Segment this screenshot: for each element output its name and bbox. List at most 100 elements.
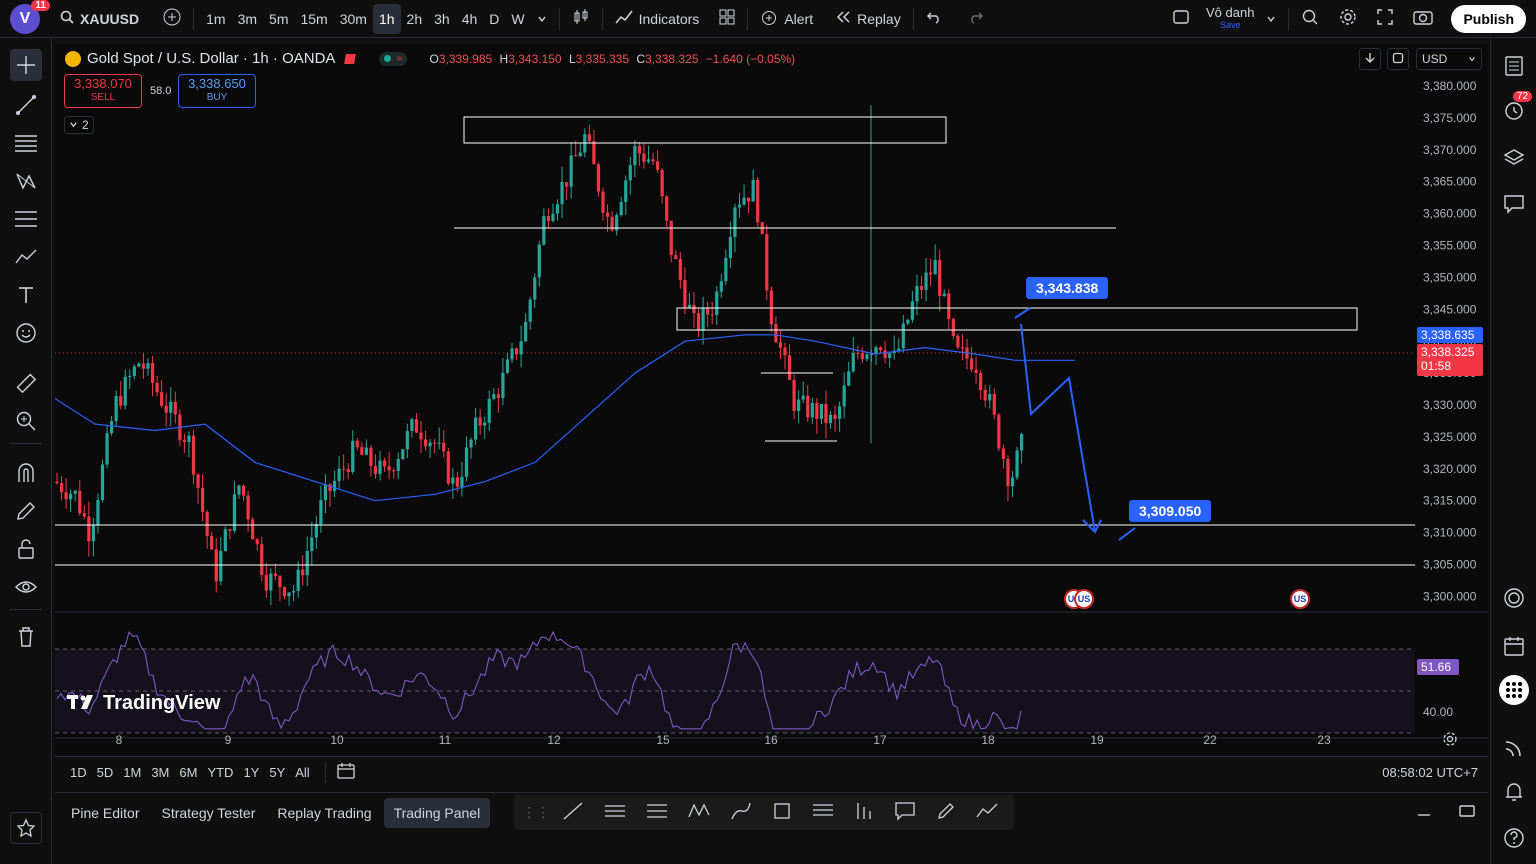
interval-15m[interactable]: 15m <box>294 4 333 34</box>
price-chart[interactable]: 3,380.000 3,375.000 3,370.000 3,365.000 3,36… <box>55 44 1488 754</box>
undo-button[interactable] <box>920 4 948 34</box>
range-6m[interactable]: 6M <box>174 765 202 780</box>
trash-icon[interactable] <box>10 621 42 653</box>
indicators-collapse-button[interactable]: 2 <box>64 116 94 134</box>
zoom-in-icon[interactable] <box>10 405 42 437</box>
tab-pine-editor[interactable]: Pine Editor <box>61 798 149 828</box>
tradingview-watermark[interactable]: TradingView <box>67 692 220 715</box>
apps-grid-icon[interactable] <box>1499 675 1529 705</box>
target-callout-upper[interactable]: 3,343.838 <box>1026 277 1109 299</box>
text-icon[interactable] <box>10 279 42 311</box>
trend-line-icon[interactable] <box>10 89 42 121</box>
templates-button[interactable] <box>713 4 741 34</box>
interval-3m[interactable]: 3m <box>232 4 263 34</box>
layout-checkbox[interactable] <box>1166 4 1196 34</box>
crosshair-icon[interactable] <box>10 49 42 81</box>
add-symbol-button[interactable] <box>157 4 187 34</box>
quick-search-button[interactable] <box>1295 4 1325 34</box>
brush-icon[interactable] <box>722 799 760 826</box>
interval-30m[interactable]: 30m <box>334 4 373 34</box>
interval-dropdown[interactable] <box>531 4 553 34</box>
forecast-icon[interactable] <box>10 241 42 273</box>
magnet-icon[interactable] <box>10 457 42 489</box>
scroll-down-button[interactable] <box>1359 48 1381 70</box>
callout-icon[interactable] <box>886 799 924 826</box>
currency-select[interactable]: USD <box>1416 48 1482 70</box>
interval-2h[interactable]: 2h <box>401 4 429 34</box>
range-1y[interactable]: 1Y <box>238 765 264 780</box>
target-icon[interactable] <box>1499 583 1529 613</box>
clock-timezone[interactable]: 08:58:02 UTC+7 <box>1382 765 1478 780</box>
horizontal-lines-icon[interactable] <box>10 127 42 159</box>
chart-type-button[interactable] <box>566 4 596 34</box>
range-1d[interactable]: 1D <box>65 765 92 780</box>
alert-button[interactable]: Alert <box>754 4 819 34</box>
ruler-icon[interactable] <box>10 367 42 399</box>
range-all[interactable]: All <box>290 765 314 780</box>
chart-pane[interactable]: 3,380.000 3,375.000 3,370.000 3,365.000 3,36… <box>55 44 1488 754</box>
eye-icon[interactable] <box>10 571 42 603</box>
range-3m[interactable]: 3M <box>146 765 174 780</box>
calendar-icon[interactable] <box>1499 631 1529 661</box>
us-event-flag[interactable]: US <box>1290 589 1310 609</box>
text-lines-icon[interactable] <box>804 799 842 826</box>
fib-icon[interactable] <box>638 799 676 826</box>
pattern-icon[interactable] <box>680 799 718 826</box>
interval-4h[interactable]: 4h <box>456 4 484 34</box>
horizontal-lines-icon[interactable] <box>596 799 634 826</box>
snapshot-button[interactable] <box>1407 4 1439 34</box>
publish-button[interactable]: Publish <box>1451 4 1526 33</box>
us-event-flag[interactable]: US <box>1074 589 1094 609</box>
trend-line-icon[interactable] <box>554 799 592 826</box>
fib-icon[interactable] <box>10 203 42 235</box>
range-5d[interactable]: 5D <box>92 765 119 780</box>
pattern-icon[interactable] <box>10 165 42 197</box>
maximize-icon[interactable] <box>1458 803 1476 822</box>
bell-icon[interactable] <box>1499 777 1529 807</box>
range-ytd[interactable]: YTD <box>202 765 238 780</box>
layout-name[interactable]: Vô danh Save <box>1206 6 1254 31</box>
tab-replay-trading[interactable]: Replay Trading <box>267 798 381 828</box>
interval-5m[interactable]: 5m <box>263 4 294 34</box>
emoji-icon[interactable] <box>10 317 42 349</box>
reset-scale-button[interactable] <box>1387 48 1409 70</box>
star-icon[interactable] <box>10 812 42 844</box>
broadcast-icon[interactable] <box>1499 733 1529 763</box>
interval-w[interactable]: W <box>505 4 530 34</box>
replay-button[interactable]: Replay <box>829 4 907 34</box>
bars-pattern-icon[interactable] <box>846 799 882 826</box>
indicators-button[interactable]: Indicators <box>609 4 706 34</box>
interval-d[interactable]: D <box>483 4 505 34</box>
range-1m[interactable]: 1M <box>118 765 146 780</box>
tab-strategy-tester[interactable]: Strategy Tester <box>151 798 265 828</box>
chat-icon[interactable] <box>1499 189 1529 219</box>
interval-1h[interactable]: 1h <box>372 3 401 34</box>
drag-handle-icon[interactable]: ⋮⋮ <box>522 804 550 821</box>
buy-button[interactable]: 3,338.650 BUY <box>178 74 256 108</box>
range-5y[interactable]: 5Y <box>264 765 290 780</box>
calendar-range-icon[interactable] <box>336 762 356 783</box>
lock-icon[interactable] <box>10 533 42 565</box>
candle-body <box>633 145 637 166</box>
sell-button[interactable]: 3,338.070 SELL <box>64 74 142 108</box>
alerts-icon[interactable]: 72 <box>1499 91 1533 125</box>
rectangle-icon[interactable] <box>764 799 800 826</box>
settings-button[interactable] <box>1333 4 1363 34</box>
fullscreen-button[interactable] <box>1371 4 1399 34</box>
interval-3h[interactable]: 3h <box>428 4 456 34</box>
watchlist-icon[interactable] <box>1499 51 1529 81</box>
layers-icon[interactable] <box>1499 143 1529 173</box>
layout-dropdown[interactable] <box>1260 4 1282 34</box>
interval-1m[interactable]: 1m <box>200 4 231 34</box>
tab-trading-panel[interactable]: Trading Panel <box>383 797 491 828</box>
symbol-search[interactable]: XAUUSD <box>54 4 145 34</box>
minimize-icon[interactable] <box>1416 803 1432 822</box>
forecast-icon[interactable] <box>968 799 1006 826</box>
pencil-lock-icon[interactable] <box>10 495 42 527</box>
target-callout-lower[interactable]: 3,309.050 <box>1129 500 1212 522</box>
help-icon[interactable] <box>1499 823 1529 853</box>
redo-button[interactable] <box>962 4 990 34</box>
user-avatar[interactable]: V 11 <box>10 0 50 34</box>
pen-icon[interactable] <box>928 799 964 826</box>
chart-settings-button[interactable] <box>1442 731 1458 750</box>
